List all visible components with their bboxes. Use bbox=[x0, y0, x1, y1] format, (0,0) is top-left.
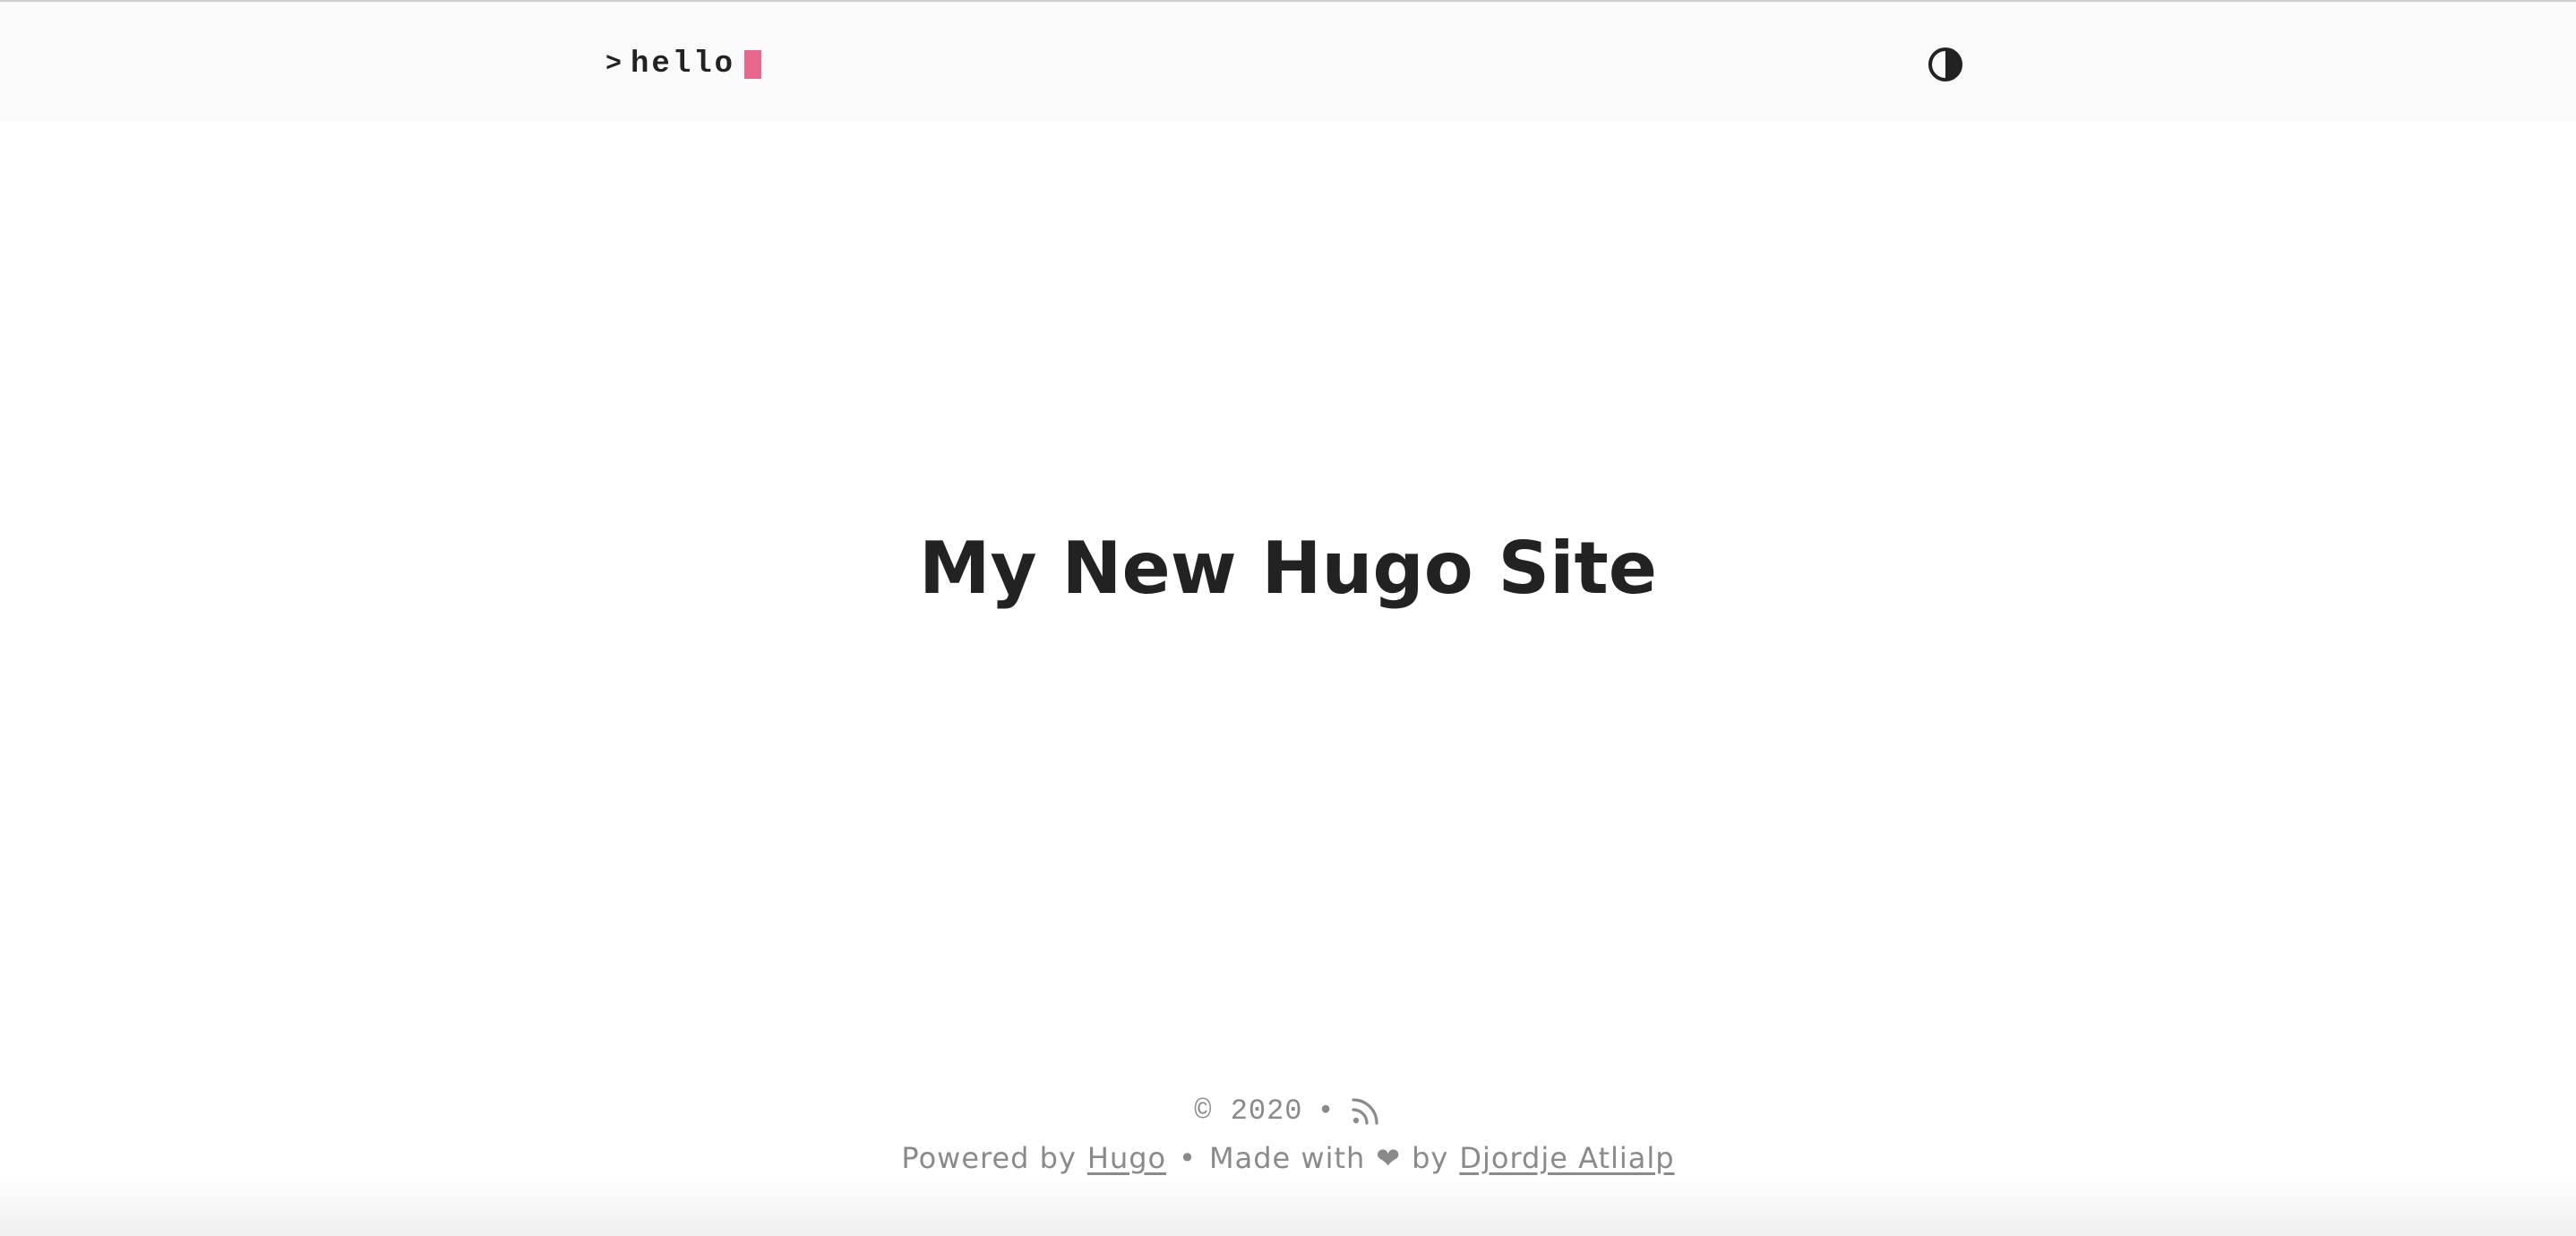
footer-separator-2: • bbox=[1179, 1141, 1197, 1175]
by-label: by bbox=[1412, 1141, 1449, 1175]
copyright-line: © 2020 • bbox=[0, 1084, 2576, 1137]
powered-by-line: Powered by Hugo • Made with ❤ by Djordje… bbox=[0, 1137, 2576, 1179]
rss-icon[interactable] bbox=[1350, 1094, 1382, 1127]
site-header: > hello bbox=[0, 2, 2576, 121]
made-with-label: Made with bbox=[1209, 1141, 1366, 1175]
copyright-text: © 2020 bbox=[1194, 1094, 1303, 1128]
hugo-link[interactable]: Hugo bbox=[1087, 1141, 1166, 1175]
author-link[interactable]: Djordje Atlialp bbox=[1459, 1141, 1674, 1175]
logo-text: hello bbox=[631, 47, 736, 82]
footer-shadow bbox=[0, 1173, 2576, 1236]
site-footer: © 2020 • Powered by Hugo • Made with ❤ b… bbox=[0, 1084, 2576, 1179]
half-circle-contrast-icon bbox=[1928, 47, 1962, 82]
heart-icon: ❤ bbox=[1376, 1141, 1402, 1175]
site-logo-link[interactable]: > hello bbox=[605, 47, 762, 82]
logo-cursor bbox=[744, 50, 762, 79]
theme-toggle-button[interactable] bbox=[1928, 47, 1963, 82]
logo-prompt: > bbox=[605, 49, 623, 80]
footer-separator: • bbox=[1317, 1094, 1335, 1128]
page-title: My New Hugo Site bbox=[918, 527, 1658, 610]
powered-by-label: Powered by bbox=[901, 1141, 1077, 1175]
